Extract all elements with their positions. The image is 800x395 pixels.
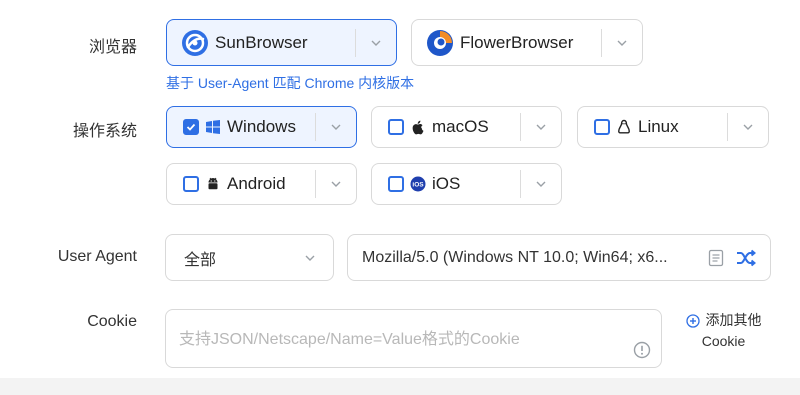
browser-option-sunbrowser[interactable]: SunBrowser [166,19,397,66]
os-option-windows[interactable]: Windows [166,106,357,148]
user-agent-input[interactable]: Mozilla/5.0 (Windows NT 10.0; Win64; x6.… [347,234,771,281]
user-agent-scope-select[interactable]: 全部 [165,234,334,281]
add-other-label-line2: Cookie [701,333,746,349]
os-option-ios[interactable]: iOS iOS [371,163,562,205]
sunbrowser-logo-icon [182,29,208,56]
browser-label: 浏览器 [88,39,137,56]
browser-version-dropdown[interactable] [602,20,642,65]
windows-icon [206,120,220,134]
add-other-label-line1: 添加其他 [705,312,762,328]
plus-circle-icon [685,313,700,328]
cookie-textarea[interactable]: 支持JSON/Netscape/Name=Value格式的Cookie [165,309,662,368]
apple-icon [412,120,424,135]
chevron-down-icon [331,181,341,187]
os-option-label: macOS [432,117,489,136]
chevron-down-icon [331,124,341,130]
chevron-down-icon [617,40,627,46]
cookie-placeholder: 支持JSON/Netscape/Name=Value格式的Cookie [179,331,520,348]
user-agent-value[interactable]: Mozilla/5.0 (Windows NT 10.0; Win64; x6.… [362,249,700,267]
checkbox-unchecked-icon[interactable] [183,176,199,192]
os-version-dropdown[interactable] [521,164,561,204]
chevron-down-icon [743,124,753,130]
info-circle-icon [633,341,651,359]
document-icon[interactable] [708,249,724,267]
checkbox-unchecked-icon[interactable] [388,119,404,135]
browser-version-dropdown[interactable] [356,20,396,65]
chevron-down-icon [305,255,315,261]
checkbox-unchecked-icon[interactable] [388,176,404,192]
os-option-label: Windows [227,117,296,136]
browser-option-label: FlowerBrowser [460,32,574,52]
os-option-linux[interactable]: Linux [577,106,769,148]
os-version-dropdown[interactable] [316,164,356,204]
os-option-label: Linux [638,117,679,136]
os-option-android[interactable]: Android [166,163,357,205]
browser-profile-form: 浏览器 SunBrowser FlowerBrowser 基于 User-Age… [0,0,800,395]
os-option-macos[interactable]: macOS [371,106,562,148]
shuffle-icon[interactable] [736,249,756,267]
add-other-cookie-button[interactable]: 添加其他 Cookie [676,310,771,352]
chevron-down-icon [536,124,546,130]
flowerbrowser-logo-icon [427,29,453,56]
os-label: 操作系统 [72,123,137,140]
os-option-label: iOS [432,174,461,193]
os-version-dropdown[interactable] [316,107,356,147]
browser-hint-text: 基于 User-Agent 匹配 Chrome 内核版本 [166,75,415,91]
browser-option-label: SunBrowser [215,32,308,52]
browser-option-flowerbrowser[interactable]: FlowerBrowser [411,19,643,66]
os-option-label: Android [227,174,286,193]
svg-text:iOS: iOS [412,182,424,189]
android-icon [208,177,218,190]
user-agent-label: User Agent [57,248,137,265]
cookie-label: Cookie [87,313,137,330]
checkbox-unchecked-icon[interactable] [594,119,610,135]
ios-icon: iOS [410,176,426,192]
chevron-down-icon [536,181,546,187]
bottom-strip [0,378,800,395]
os-version-dropdown[interactable] [728,107,768,147]
os-version-dropdown[interactable] [521,107,561,147]
checkbox-checked-icon[interactable] [183,119,199,135]
user-agent-scope-value: 全部 [184,251,217,269]
chevron-down-icon [371,40,381,46]
linux-icon [618,119,630,134]
